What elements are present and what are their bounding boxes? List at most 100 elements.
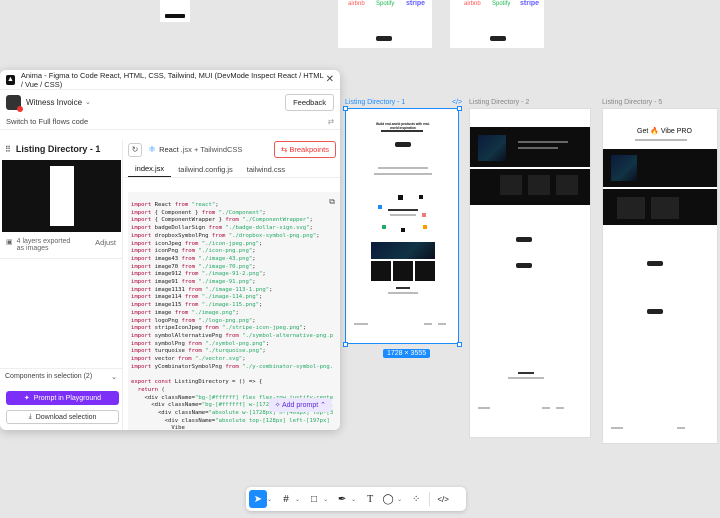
code-line: import iconJpeg from "./icon-jpeg.png"; — [131, 240, 263, 247]
resize-handle-bl[interactable] — [343, 342, 348, 347]
copy-icon[interactable]: ⧉ — [329, 197, 335, 207]
code-line: <div className="absolute top-[128px] lef… — [131, 417, 334, 424]
chevron-down-icon[interactable]: ⌄ — [85, 98, 91, 106]
code-line: import turquoise from "./turquoise.png"; — [131, 348, 266, 355]
anima-plugin-panel: ▲ Anima - Figma to Code React, HTML, CSS… — [0, 70, 340, 430]
chevron-down-icon[interactable]: ⌄ — [267, 496, 272, 503]
component-grid-icon: ⠿ — [5, 144, 11, 154]
brand-airbnb-2: airbnb — [464, 1, 481, 7]
switch-flows-row[interactable]: Switch to Full flows code ⇄ — [0, 114, 340, 130]
pen-tool-icon[interactable]: ✒ — [333, 490, 351, 508]
chevron-up-icon: ⌃ — [318, 402, 326, 409]
top-frame-a[interactable] — [160, 0, 190, 22]
code-view[interactable]: import React from "react"; import { Compo… — [128, 192, 340, 430]
tab-index-jsx[interactable]: index.jsx — [128, 164, 172, 177]
thumbnail-page — [50, 166, 74, 226]
code-indicator-icon[interactable]: </> — [452, 99, 462, 106]
download-icon: ⤓ — [28, 413, 32, 420]
feedback-button[interactable]: Feedback — [285, 93, 334, 111]
file-tabs: index.jsx tailwind.config.js tailwind.cs… — [124, 162, 340, 178]
chevron-down-icon[interactable]: ⌄ — [397, 496, 402, 503]
code-line: import image115 from "./image-115.png"; — [131, 302, 263, 309]
right-column: ↻ ⚛ React .jsx + TailwindCSS ⇆ Breakpoin… — [124, 140, 340, 430]
frame1-heading: Build real-world products with real-worl… — [376, 122, 430, 130]
components-in-selection-label: Components in selection (2) — [5, 373, 93, 380]
code-line: import image91 from "./image-91.png"; — [131, 279, 256, 286]
project-row: Witness Invoice ⌄ Feedback — [0, 90, 340, 114]
toolbar-divider — [429, 492, 431, 506]
resize-handle-tl[interactable] — [343, 106, 348, 111]
chevron-down-icon[interactable]: ⌄ — [351, 496, 356, 503]
left-column: ⠿ Listing Directory - 1 ▣ 4 layers expor… — [0, 140, 123, 430]
comment-tool-icon[interactable]: ◯ — [379, 490, 397, 508]
chevron-down-icon[interactable]: ⌄ — [295, 496, 300, 503]
move-tool-icon[interactable]: ➤ — [249, 490, 267, 508]
code-line: import logoPng from "./logo-png.png"; — [131, 317, 256, 324]
prompt-in-playground-button[interactable]: ✦ Prompt in Playground — [6, 391, 119, 405]
download-selection-button[interactable]: ⤓ Download selection — [6, 410, 119, 424]
frame-label-2[interactable]: Listing Directory - 2 — [469, 99, 529, 106]
dev-mode-toggle-icon[interactable]: </> — [434, 490, 452, 508]
code-line: import image70 from "./image-70.png"; — [131, 263, 256, 270]
listing-directory-5-frame[interactable]: Get 🔥 Vibe PRO — [602, 108, 718, 444]
dimension-badge: 1728 × 3555 — [383, 349, 431, 358]
code-line: return ( — [137, 386, 165, 393]
component-title: Listing Directory - 1 — [15, 144, 101, 154]
add-prompt-button[interactable]: ✧ Add prompt ⌃ — [268, 398, 332, 412]
refresh-icon[interactable]: ↻ — [128, 142, 142, 157]
frame-tool-icon[interactable]: # — [277, 490, 295, 508]
code-line: import dropboxSymbolPng from "./dropbox-… — [131, 232, 320, 239]
tab-tailwind-css[interactable]: tailwind.css — [240, 165, 292, 177]
project-name[interactable]: Witness Invoice — [26, 98, 82, 107]
react-icon: ⚛ — [148, 144, 157, 154]
code-line: import symbolAlternativePng from "./symb… — [131, 332, 334, 339]
code-line: import { Component } from "./Component"; — [131, 209, 266, 216]
shape-tool-icon[interactable]: □ — [305, 490, 323, 508]
code-line: import React from "react"; — [131, 202, 219, 208]
breakpoints-label: Breakpoints — [289, 145, 329, 154]
listing-directory-2-frame[interactable] — [469, 108, 591, 438]
brand-airbnb: airbnb — [348, 1, 365, 7]
frame-label-5[interactable]: Listing Directory - 5 — [602, 99, 662, 106]
top-frame-c[interactable]: airbnb Spotify stripe — [450, 0, 544, 48]
close-icon[interactable]: ✕ — [326, 74, 334, 85]
chevron-down-icon[interactable]: ⌄ — [323, 496, 328, 503]
code-line: import yCombinatorSymbolPng from "./y-co… — [131, 363, 334, 370]
image-icon: ▣ — [6, 239, 13, 246]
tab-tailwind-config[interactable]: tailwind.config.js — [171, 165, 240, 177]
components-tool-icon[interactable]: ⁘ — [407, 490, 425, 508]
top-frame-b[interactable]: airbnb Spotify stripe — [338, 0, 432, 48]
components-in-selection[interactable]: Components in selection (2) ⌄ — [0, 368, 122, 384]
code-line: import image114 from "./image-114.png"; — [131, 294, 263, 301]
code-line: import symbolPng from "./symbol-png.png"… — [131, 340, 270, 347]
resize-handle-tr[interactable] — [457, 106, 462, 111]
code-line: import badgeDollarSign from "./badge-dol… — [131, 225, 313, 232]
brand-spotify: Spotify — [376, 1, 395, 7]
bottom-toolbar: ➤ ⌄ # ⌄ □ ⌄ ✒ ⌄ T ◯ ⌄ ⁘ </> — [246, 487, 466, 511]
component-thumbnail — [2, 160, 121, 232]
framework-name: React — [159, 145, 179, 154]
switch-flows-label: Switch to Full flows code — [6, 117, 89, 126]
layers-info-text: 4 layers exported as images — [16, 238, 71, 252]
swap-arrows-icon[interactable]: ⇄ — [328, 117, 334, 126]
listing-directory-1-frame[interactable]: Build real-world products with real-worl… — [345, 108, 459, 344]
layers-info: ▣ 4 layers exported as images Adjust — [0, 232, 122, 259]
text-tool-icon[interactable]: T — [361, 490, 379, 508]
chevron-down-icon[interactable]: ⌄ — [111, 373, 117, 381]
breakpoints-button[interactable]: ⇆ Breakpoints — [274, 141, 336, 158]
resize-handle-br[interactable] — [457, 342, 462, 347]
code-line: import iconPng from "./icon-png.png"; — [131, 248, 256, 255]
code-line: Vibe — [131, 425, 185, 430]
brand-stripe: stripe — [406, 0, 426, 7]
adjust-link[interactable]: Adjust — [95, 238, 116, 247]
code-line: import image1131 from "./image-113-1.png… — [131, 286, 273, 293]
sparkle-icon: ✦ — [23, 395, 30, 402]
frame-label-1[interactable]: Listing Directory - 1 — [345, 99, 405, 106]
plugin-title: Anima - Figma to Code React, HTML, CSS, … — [20, 70, 324, 89]
add-prompt-label: Add prompt — [282, 402, 319, 409]
prompt-button-label: Prompt in Playground — [33, 394, 102, 402]
code-line: import { ComponentWrapper } from "./Comp… — [131, 217, 313, 224]
framework-selector[interactable]: ⚛ React .jsx + TailwindCSS — [148, 144, 242, 155]
framework-row: ↻ ⚛ React .jsx + TailwindCSS ⇆ Breakpoin… — [124, 140, 340, 159]
